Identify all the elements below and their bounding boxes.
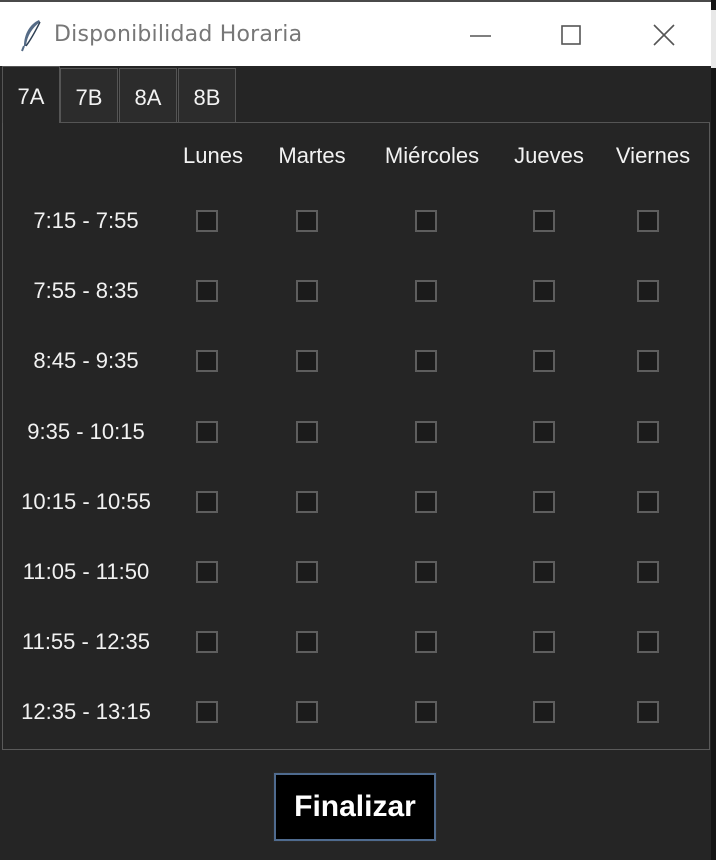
availability-checkbox[interactable]: [296, 631, 318, 654]
availability-checkbox[interactable]: [296, 210, 318, 232]
finalize-button[interactable]: Finalizar: [273, 772, 437, 842]
availability-checkbox[interactable]: [196, 631, 218, 654]
availability-checkbox[interactable]: [415, 420, 437, 443]
availability-checkbox[interactable]: [296, 420, 318, 443]
tab-8b[interactable]: 8B: [178, 68, 236, 122]
availability-checkbox[interactable]: [196, 561, 218, 583]
time-slot-label: 11:05 - 11:50: [22, 559, 150, 584]
maximize-button[interactable]: [548, 16, 594, 56]
availability-checkbox[interactable]: [637, 420, 659, 443]
day-header: Miércoles: [384, 143, 480, 168]
tab-8a[interactable]: 8A: [119, 68, 177, 122]
minimize-button[interactable]: [458, 16, 504, 56]
day-header: Viernes: [615, 143, 691, 168]
availability-checkbox[interactable]: [196, 350, 218, 373]
availability-checkbox[interactable]: [533, 490, 555, 513]
time-slot-label: 12:35 - 13:15: [21, 699, 151, 725]
availability-checkbox[interactable]: [415, 701, 437, 724]
availability-checkbox[interactable]: [296, 490, 318, 513]
availability-checkbox[interactable]: [415, 210, 437, 232]
tab-bar: 7A 7B 8A 8B: [0, 66, 711, 123]
availability-checkbox[interactable]: [196, 701, 218, 724]
title-bar: Disponibilidad Horaria: [0, 0, 711, 66]
close-icon: [653, 24, 675, 46]
availability-checkbox[interactable]: [533, 631, 555, 654]
time-slot-label: 7:15 - 7:55: [33, 208, 139, 233]
availability-checkbox[interactable]: [533, 350, 555, 373]
close-button[interactable]: [641, 16, 687, 56]
availability-checkbox[interactable]: [533, 280, 555, 303]
availability-checkbox[interactable]: [415, 631, 437, 654]
day-header: Lunes: [183, 143, 243, 168]
background-strip: [711, 0, 716, 860]
tab-7a[interactable]: 7A: [2, 66, 60, 123]
availability-checkbox[interactable]: [415, 350, 437, 373]
availability-checkbox[interactable]: [415, 280, 437, 303]
availability-checkbox[interactable]: [637, 210, 659, 232]
feather-icon: [21, 20, 41, 52]
availability-checkbox[interactable]: [533, 561, 555, 583]
time-slot-label: 9:35 - 10:15: [27, 418, 145, 444]
window-title: Disponibilidad Horaria: [54, 22, 303, 47]
availability-checkbox[interactable]: [637, 350, 659, 373]
availability-checkbox[interactable]: [296, 561, 318, 583]
availability-checkbox[interactable]: [296, 350, 318, 373]
availability-checkbox[interactable]: [196, 280, 218, 303]
availability-checkbox[interactable]: [415, 490, 437, 513]
minimize-icon: [470, 35, 491, 37]
day-header: Jueves: [514, 143, 584, 168]
time-slot-label: 10:15 - 10:55: [21, 488, 151, 514]
tab-7b[interactable]: 7B: [60, 68, 118, 122]
availability-checkbox[interactable]: [415, 561, 437, 583]
time-slot-label: 7:55 - 8:35: [33, 278, 139, 304]
availability-checkbox[interactable]: [533, 701, 555, 724]
time-slot-label: 11:55 - 12:35: [21, 629, 151, 655]
availability-checkbox[interactable]: [196, 210, 218, 232]
availability-checkbox[interactable]: [196, 490, 218, 513]
app-window: Disponibilidad Horaria 7A 7B 8A 8B Lunes…: [0, 0, 711, 860]
availability-checkbox[interactable]: [533, 210, 555, 232]
availability-checkbox[interactable]: [637, 280, 659, 303]
availability-checkbox[interactable]: [296, 701, 318, 724]
availability-checkbox[interactable]: [637, 701, 659, 724]
availability-checkbox[interactable]: [637, 631, 659, 654]
time-slot-label: 8:45 - 9:35: [33, 348, 139, 374]
availability-checkbox[interactable]: [196, 420, 218, 443]
day-header: Martes: [278, 143, 346, 168]
maximize-icon: [561, 25, 581, 45]
availability-checkbox[interactable]: [533, 420, 555, 443]
availability-checkbox[interactable]: [637, 490, 659, 513]
availability-checkbox[interactable]: [637, 561, 659, 583]
availability-checkbox[interactable]: [296, 280, 318, 303]
